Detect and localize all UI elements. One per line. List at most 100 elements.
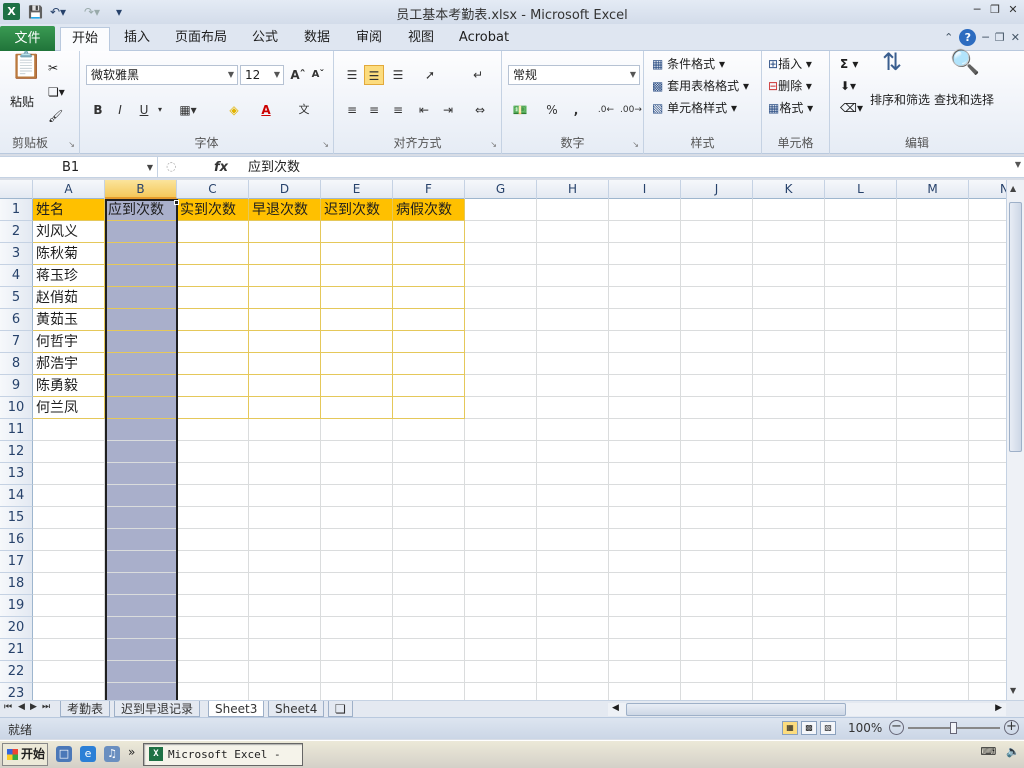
row-header-18[interactable]: 18 bbox=[0, 573, 33, 595]
cell-j19[interactable] bbox=[681, 595, 753, 617]
cell-j7[interactable] bbox=[681, 331, 753, 353]
cell-i18[interactable] bbox=[609, 573, 681, 595]
cell-d18[interactable] bbox=[249, 573, 321, 595]
cell-a3[interactable]: 陈秋菊 bbox=[33, 243, 105, 265]
cell-l12[interactable] bbox=[825, 441, 897, 463]
cell-h5[interactable] bbox=[537, 287, 609, 309]
cell-j13[interactable] bbox=[681, 463, 753, 485]
cell-f11[interactable] bbox=[393, 419, 465, 441]
copy-icon[interactable]: ❏▾ bbox=[48, 83, 65, 101]
name-box-dropdown-icon[interactable]: ▼ bbox=[147, 157, 153, 178]
cell-k6[interactable] bbox=[753, 309, 825, 331]
cell-g9[interactable] bbox=[465, 375, 537, 397]
cell-d22[interactable] bbox=[249, 661, 321, 683]
grow-font-icon[interactable]: Aˆ bbox=[288, 65, 308, 85]
cell-d12[interactable] bbox=[249, 441, 321, 463]
cell-e10[interactable] bbox=[321, 397, 393, 419]
cell-i23[interactable] bbox=[609, 683, 681, 700]
cell-f13[interactable] bbox=[393, 463, 465, 485]
cell-g16[interactable] bbox=[465, 529, 537, 551]
cell-g4[interactable] bbox=[465, 265, 537, 287]
cell-g14[interactable] bbox=[465, 485, 537, 507]
percent-button[interactable]: % bbox=[542, 100, 562, 120]
cell-d17[interactable] bbox=[249, 551, 321, 573]
phonetic-icon[interactable]: 文 bbox=[294, 100, 314, 120]
cell-j6[interactable] bbox=[681, 309, 753, 331]
cell-f23[interactable] bbox=[393, 683, 465, 700]
cell-c3[interactable] bbox=[177, 243, 249, 265]
cell-m20[interactable] bbox=[897, 617, 969, 639]
cell-h13[interactable] bbox=[537, 463, 609, 485]
cell-k9[interactable] bbox=[753, 375, 825, 397]
fill-color-icon[interactable]: ◈ bbox=[224, 100, 244, 120]
cell-h4[interactable] bbox=[537, 265, 609, 287]
cell-b17[interactable] bbox=[105, 551, 177, 573]
cell-a2[interactable]: 刘风义 bbox=[33, 221, 105, 243]
cell-k2[interactable] bbox=[753, 221, 825, 243]
cell-c19[interactable] bbox=[177, 595, 249, 617]
decrease-decimal-icon[interactable]: .00→ bbox=[620, 100, 642, 120]
cell-e16[interactable] bbox=[321, 529, 393, 551]
cell-k3[interactable] bbox=[753, 243, 825, 265]
cell-c15[interactable] bbox=[177, 507, 249, 529]
cell-b19[interactable] bbox=[105, 595, 177, 617]
cell-n9[interactable] bbox=[969, 375, 1006, 397]
zoom-slider-knob[interactable] bbox=[950, 722, 957, 734]
cell-f16[interactable] bbox=[393, 529, 465, 551]
cell-b9[interactable] bbox=[105, 375, 177, 397]
cell-g18[interactable] bbox=[465, 573, 537, 595]
cell-i1[interactable] bbox=[609, 199, 681, 221]
tab-acrobat[interactable]: Acrobat bbox=[452, 27, 516, 51]
cut-icon[interactable]: ✂ bbox=[48, 59, 58, 77]
formula-input[interactable]: 应到次数 bbox=[240, 157, 1004, 178]
scroll-down-icon[interactable]: ▼ bbox=[1010, 686, 1016, 695]
cell-h1[interactable] bbox=[537, 199, 609, 221]
cell-g12[interactable] bbox=[465, 441, 537, 463]
align-middle-icon[interactable]: ☰ bbox=[364, 65, 384, 85]
cell-c16[interactable] bbox=[177, 529, 249, 551]
cell-f19[interactable] bbox=[393, 595, 465, 617]
cell-n5[interactable] bbox=[969, 287, 1006, 309]
cell-e13[interactable] bbox=[321, 463, 393, 485]
cell-g15[interactable] bbox=[465, 507, 537, 529]
row-header-14[interactable]: 14 bbox=[0, 485, 33, 507]
close-icon[interactable]: ✕ bbox=[1006, 3, 1020, 17]
cell-b2[interactable] bbox=[105, 221, 177, 243]
column-header-h[interactable]: H bbox=[537, 180, 609, 199]
cell-k8[interactable] bbox=[753, 353, 825, 375]
cell-j21[interactable] bbox=[681, 639, 753, 661]
cell-e6[interactable] bbox=[321, 309, 393, 331]
cell-e11[interactable] bbox=[321, 419, 393, 441]
cell-e17[interactable] bbox=[321, 551, 393, 573]
decrease-indent-icon[interactable]: ⇤ bbox=[414, 100, 434, 120]
cell-m1[interactable] bbox=[897, 199, 969, 221]
cell-l10[interactable] bbox=[825, 397, 897, 419]
cell-n19[interactable] bbox=[969, 595, 1006, 617]
cell-k22[interactable] bbox=[753, 661, 825, 683]
cell-c10[interactable] bbox=[177, 397, 249, 419]
tab-formulas[interactable]: 公式 bbox=[244, 27, 286, 51]
scroll-right-icon[interactable]: ▶ bbox=[995, 703, 1002, 713]
cell-i7[interactable] bbox=[609, 331, 681, 353]
cell-f8[interactable] bbox=[393, 353, 465, 375]
cell-h23[interactable] bbox=[537, 683, 609, 700]
cell-l9[interactable] bbox=[825, 375, 897, 397]
delete-cells-button[interactable]: ⊟删除 ▾ bbox=[768, 77, 812, 95]
column-header-a[interactable]: A bbox=[33, 180, 105, 199]
cell-m4[interactable] bbox=[897, 265, 969, 287]
cell-b10[interactable] bbox=[105, 397, 177, 419]
minimize-icon[interactable]: ─ bbox=[970, 3, 984, 17]
increase-indent-icon[interactable]: ⇥ bbox=[438, 100, 458, 120]
font-size-combo[interactable]: 12 ▼ bbox=[240, 65, 284, 85]
quick-launch-media-icon[interactable]: ♫ bbox=[104, 746, 120, 762]
cell-k11[interactable] bbox=[753, 419, 825, 441]
cell-i2[interactable] bbox=[609, 221, 681, 243]
currency-icon[interactable]: 💵 bbox=[510, 100, 530, 120]
cell-i17[interactable] bbox=[609, 551, 681, 573]
cell-styles-button[interactable]: ▧ 单元格样式 ▾ bbox=[652, 99, 737, 117]
cell-n7[interactable] bbox=[969, 331, 1006, 353]
cell-m18[interactable] bbox=[897, 573, 969, 595]
cell-b14[interactable] bbox=[105, 485, 177, 507]
cell-m9[interactable] bbox=[897, 375, 969, 397]
cell-n11[interactable] bbox=[969, 419, 1006, 441]
